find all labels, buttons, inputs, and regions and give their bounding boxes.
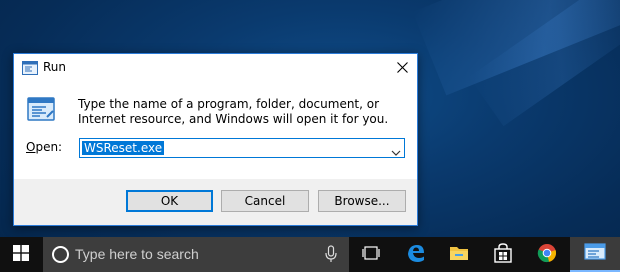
run-icon xyxy=(22,60,38,75)
open-label-text: pen: xyxy=(35,140,63,154)
taskbar: Type here to search xyxy=(0,237,620,272)
chevron-down-icon[interactable] xyxy=(391,143,401,156)
task-view-icon xyxy=(362,245,380,264)
microphone-icon[interactable] xyxy=(325,245,337,263)
chrome-icon xyxy=(537,243,557,267)
browse-button[interactable]: Browse... xyxy=(318,190,406,212)
open-input-value[interactable]: WSReset.exe xyxy=(82,141,165,155)
search-placeholder: Type here to search xyxy=(75,246,199,262)
dialog-content: Type the name of a program, folder, docu… xyxy=(14,82,417,179)
dialog-title: Run xyxy=(43,60,67,74)
edge-icon xyxy=(406,243,426,267)
run-dialog: Run Type the name of a program, folder, … xyxy=(13,53,418,226)
cortana-search-icon xyxy=(52,246,69,263)
taskbar-chrome[interactable] xyxy=(528,237,566,272)
windows-start-icon xyxy=(13,244,29,265)
title-bar[interactable]: Run xyxy=(14,54,417,82)
dialog-footer: OK Cancel Browse... xyxy=(14,179,417,225)
open-combobox[interactable]: WSReset.exe xyxy=(79,138,405,158)
taskbar-file-explorer[interactable] xyxy=(440,237,478,272)
close-icon xyxy=(396,58,408,77)
taskbar-run-app[interactable] xyxy=(570,237,620,272)
open-label: Open: xyxy=(26,140,62,154)
run-app-icon xyxy=(584,242,606,265)
store-icon xyxy=(494,242,512,267)
task-view-button[interactable] xyxy=(352,237,390,272)
file-explorer-icon xyxy=(449,245,469,265)
start-button[interactable] xyxy=(0,237,42,272)
taskbar-store[interactable] xyxy=(484,237,522,272)
run-program-icon xyxy=(27,97,55,123)
ok-button[interactable]: OK xyxy=(126,190,213,212)
cancel-button[interactable]: Cancel xyxy=(221,190,309,212)
taskbar-edge[interactable] xyxy=(397,237,435,272)
taskbar-search-box[interactable]: Type here to search xyxy=(43,237,349,272)
wallpaper-light-beam xyxy=(412,0,620,96)
wallpaper-light-beam xyxy=(469,0,620,127)
dialog-description: Type the name of a program, folder, docu… xyxy=(78,97,389,126)
close-button[interactable] xyxy=(387,54,417,80)
